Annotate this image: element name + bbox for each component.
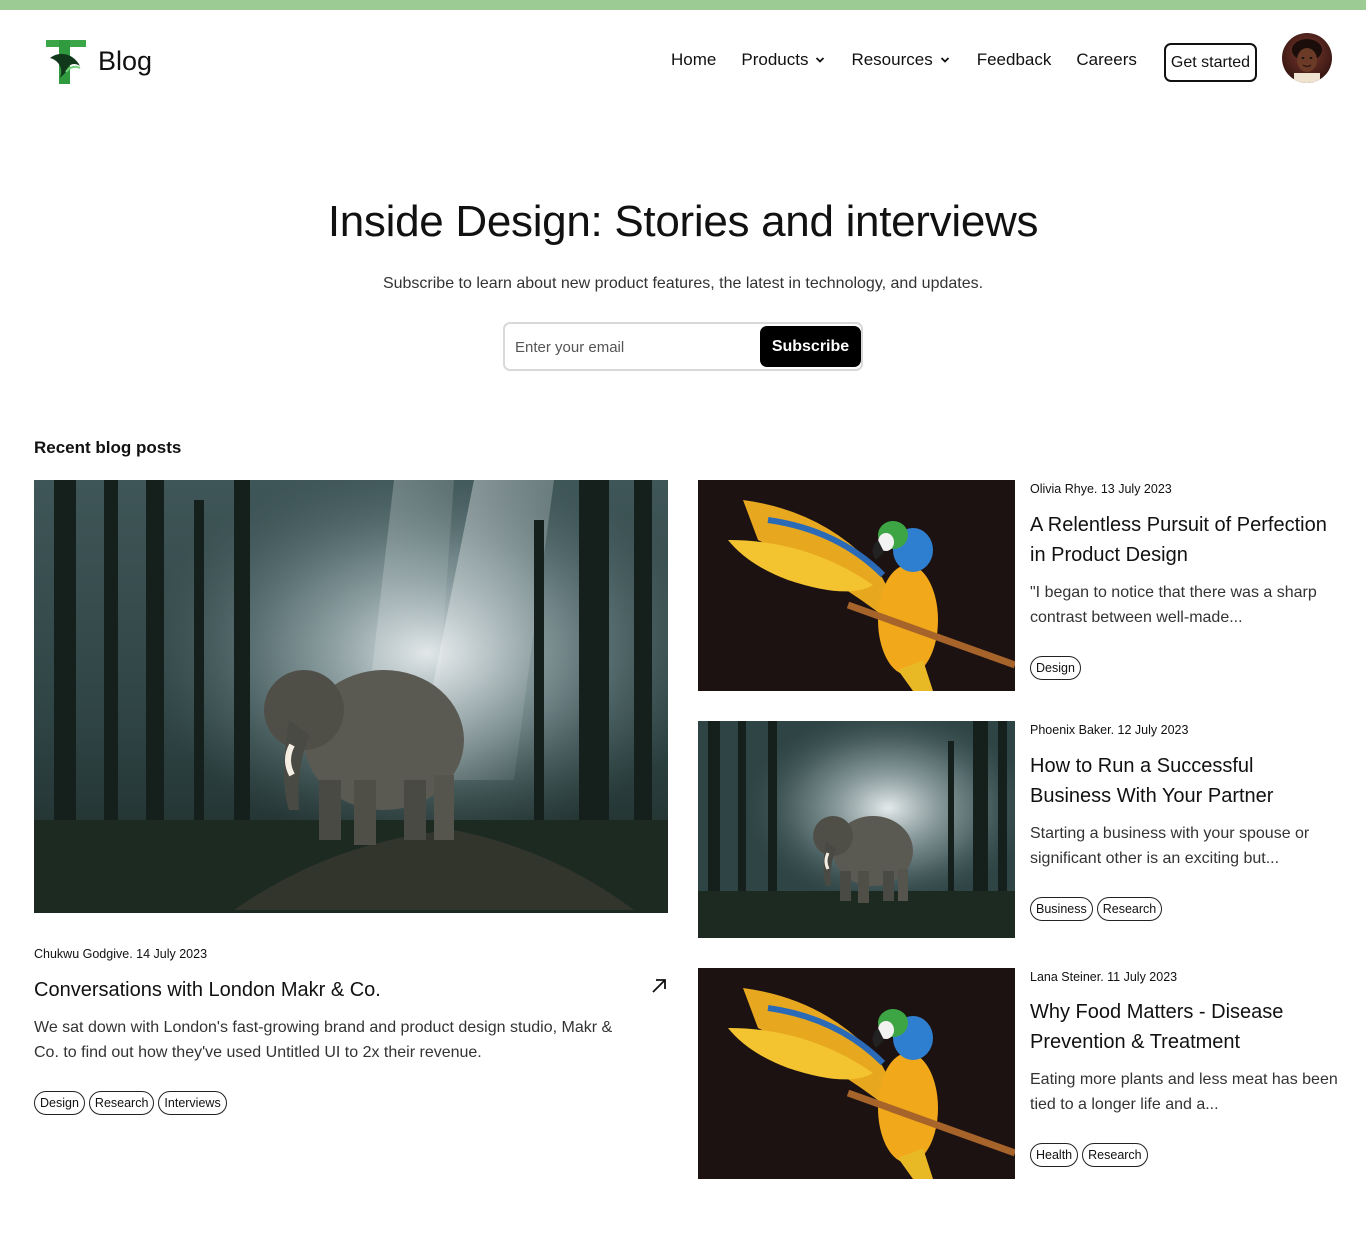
- post-tags-2: Business Research: [1030, 897, 1163, 921]
- elephant-forest-image: [34, 480, 668, 913]
- tag-interviews[interactable]: Interviews: [158, 1091, 227, 1115]
- parrot-image: [698, 480, 1015, 691]
- nav-feedback[interactable]: Feedback: [977, 50, 1052, 70]
- get-started-button[interactable]: Get started: [1164, 43, 1257, 82]
- post-tags-1: Design: [1030, 656, 1081, 680]
- tag-business[interactable]: Business: [1030, 897, 1093, 921]
- site-header: Blog Home Products Resources Feedback Ca…: [0, 10, 1366, 110]
- post-description-3: Eating more plants and less meat has bee…: [1030, 1071, 1338, 1113]
- featured-post-title[interactable]: Conversations with London Makr & Co.: [34, 979, 381, 1002]
- user-avatar[interactable]: [1282, 33, 1332, 83]
- nav-resources-label: Resources: [851, 50, 933, 69]
- nav-products[interactable]: Products: [741, 50, 826, 70]
- brand-name[interactable]: Blog: [98, 46, 152, 77]
- tag-design[interactable]: Design: [34, 1091, 85, 1115]
- post-image-3[interactable]: [698, 968, 1015, 1179]
- chevron-down-icon: [816, 57, 825, 63]
- nav-careers[interactable]: Careers: [1076, 50, 1136, 70]
- tag-research[interactable]: Research: [1082, 1143, 1148, 1167]
- tag-research[interactable]: Research: [1096, 897, 1163, 921]
- blog-logo-icon[interactable]: [44, 38, 88, 86]
- arrow-up-right-icon[interactable]: [648, 974, 670, 996]
- featured-post-meta: Chukwu Godgive. 14 July 2023: [34, 947, 208, 961]
- avatar-portrait-icon: [1282, 33, 1332, 83]
- post-meta-3: Lana Steiner. 11 July 2023: [1030, 970, 1178, 984]
- top-accent-stripe: [0, 0, 1366, 10]
- nav-home-label: Home: [671, 50, 717, 69]
- page-title: Inside Design: Stories and interviews: [327, 197, 1039, 246]
- chevron-down-icon: [940, 57, 949, 63]
- featured-post-tags: Design Research Interviews: [34, 1091, 227, 1115]
- post-image-1[interactable]: [698, 480, 1015, 691]
- nav-careers-label: Careers: [1076, 50, 1137, 69]
- post-description-2: Starting a business with your spouse or …: [1030, 825, 1310, 867]
- featured-post-image[interactable]: [34, 480, 668, 913]
- section-title: Recent blog posts: [34, 438, 182, 457]
- elephant-forest-image: [698, 721, 1015, 938]
- post-image-2[interactable]: [698, 721, 1015, 938]
- post-meta-1: Olivia Rhye. 13 July 2023: [1030, 482, 1172, 496]
- subscribe-button[interactable]: Subscribe: [760, 326, 861, 367]
- parrot-image: [698, 968, 1015, 1179]
- tag-design[interactable]: Design: [1030, 656, 1081, 680]
- post-title-3[interactable]: Why Food Matters - Disease Prevention & …: [1030, 997, 1340, 1057]
- subscribe-form: Subscribe: [503, 322, 863, 371]
- nav-products-label: Products: [741, 50, 809, 69]
- tag-research[interactable]: Research: [88, 1091, 155, 1115]
- nav-resources[interactable]: Resources: [851, 50, 950, 70]
- featured-post-description: We sat down with London's fast-growing b…: [34, 1019, 613, 1061]
- post-title-1[interactable]: A Relentless Pursuit of Perfection in Pr…: [1030, 510, 1340, 570]
- post-title-2[interactable]: How to Run a Successful Business With Yo…: [1030, 751, 1340, 811]
- post-tags-3: Health Research: [1030, 1143, 1148, 1167]
- main-nav: Home Products Resources Feedback Careers: [671, 50, 1137, 70]
- email-input[interactable]: [515, 334, 755, 360]
- nav-home[interactable]: Home: [671, 50, 716, 70]
- page-subtitle: Subscribe to learn about new product fea…: [382, 275, 984, 292]
- post-meta-2: Phoenix Baker. 12 July 2023: [1030, 723, 1189, 737]
- nav-feedback-label: Feedback: [976, 50, 1052, 69]
- tag-health[interactable]: Health: [1030, 1143, 1079, 1167]
- post-description-1: "I began to notice that there was a shar…: [1030, 584, 1317, 626]
